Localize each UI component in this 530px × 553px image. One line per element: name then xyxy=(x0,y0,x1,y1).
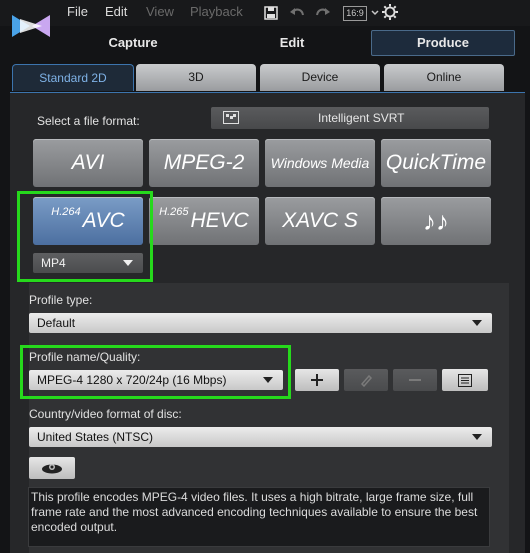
profile-description: This profile encodes MPEG-4 video files.… xyxy=(28,487,490,547)
svrt-label: Intelligent SVRT xyxy=(318,111,405,125)
windows-media-label: Windows Media xyxy=(270,155,370,171)
format-mpeg2-button[interactable]: MPEG-2 xyxy=(149,139,259,187)
format-hevc-button[interactable]: H.265 HEVC xyxy=(149,197,259,245)
profile-type-label: Profile type: xyxy=(29,293,93,307)
tab-3d[interactable]: 3D xyxy=(136,64,256,91)
redo-icon[interactable] xyxy=(314,4,332,22)
preview-info-button[interactable] xyxy=(29,457,75,479)
hevc-label: HEVC xyxy=(190,209,249,232)
menu-file[interactable]: File xyxy=(67,4,88,19)
highlight-profile-quality xyxy=(20,345,291,399)
aspect-ratio-button[interactable]: 16:9 xyxy=(343,6,367,21)
mode-capture[interactable]: Capture xyxy=(83,32,183,54)
menu-view[interactable]: View xyxy=(146,4,174,19)
profile-details-button[interactable] xyxy=(442,369,488,391)
quicktime-label: QuickTime xyxy=(385,151,487,174)
settings-gear-icon[interactable] xyxy=(381,3,399,21)
intelligent-svrt-button[interactable]: Intelligent SVRT xyxy=(211,107,489,129)
country-format-label: Country/video format of disc: xyxy=(29,407,182,421)
tab-device[interactable]: Device xyxy=(260,64,380,91)
tab-standard-2d[interactable]: Standard 2D xyxy=(12,64,134,91)
edit-profile-button[interactable] xyxy=(344,369,388,391)
format-quicktime-button[interactable]: QuickTime xyxy=(381,139,491,187)
profile-type-dropdown[interactable]: Default xyxy=(29,313,492,333)
minus-icon xyxy=(409,379,421,381)
mode-edit[interactable]: Edit xyxy=(242,32,342,54)
file-format-label: Select a file format: xyxy=(37,114,140,128)
list-icon xyxy=(458,373,472,387)
country-format-dropdown[interactable]: United States (NTSC) xyxy=(29,427,492,447)
undo-icon[interactable] xyxy=(288,4,306,22)
mpeg2-label: MPEG-2 xyxy=(163,151,245,174)
format-audio-button[interactable]: ♪♪ xyxy=(381,197,491,245)
format-avi-button[interactable]: AVI xyxy=(33,139,143,187)
mode-produce[interactable]: Produce xyxy=(371,30,515,56)
highlight-avc-selection xyxy=(17,191,153,282)
tab-online[interactable]: Online xyxy=(384,64,504,91)
delete-profile-button[interactable] xyxy=(393,369,437,391)
menu-playback[interactable]: Playback xyxy=(190,4,243,19)
chevron-down-icon xyxy=(472,434,482,440)
save-icon[interactable] xyxy=(262,4,280,22)
add-profile-button[interactable] xyxy=(295,369,339,391)
format-xavcs-button[interactable]: XAVC S xyxy=(265,197,375,245)
hevc-codec-label: H.265 xyxy=(159,206,189,218)
plus-icon xyxy=(311,374,323,386)
country-format-value: United States (NTSC) xyxy=(37,430,154,444)
pencil-icon xyxy=(360,374,373,387)
music-notes-icon: ♪♪ xyxy=(423,205,449,236)
menu-edit[interactable]: Edit xyxy=(105,4,127,19)
format-windows-media-button[interactable]: Windows Media xyxy=(265,139,375,187)
profile-type-value: Default xyxy=(37,316,76,330)
xavcs-label: XAVC S xyxy=(282,209,358,232)
svrt-icon xyxy=(223,111,239,129)
chevron-down-icon xyxy=(472,320,482,326)
aspect-ratio-label: 16:9 xyxy=(346,8,364,18)
app-logo xyxy=(10,11,52,41)
avi-label: AVI xyxy=(71,151,105,174)
eye-icon xyxy=(42,464,62,474)
